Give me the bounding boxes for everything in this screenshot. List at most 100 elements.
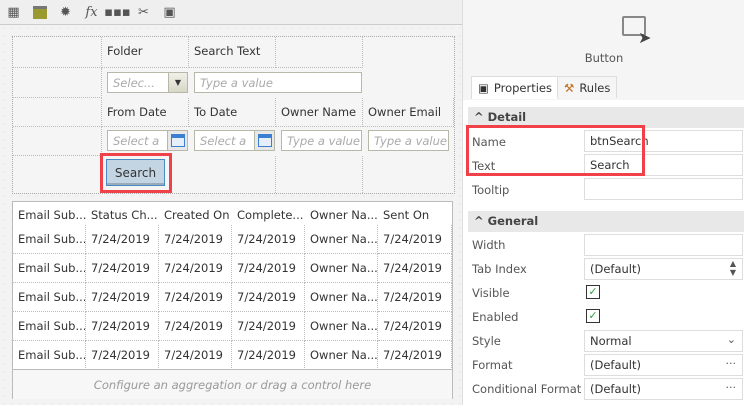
owner-email-input[interactable]: Type a value bbox=[368, 130, 449, 151]
tab-label: Rules bbox=[579, 80, 611, 95]
ellipsis-icon[interactable]: ··· bbox=[726, 381, 737, 394]
form-cell bbox=[13, 98, 102, 127]
grid-cell[interactable]: 7/24/2019 bbox=[232, 341, 305, 370]
tools-icon[interactable]: ✂ bbox=[135, 4, 152, 21]
table-lightning-icon[interactable]: ▦ bbox=[5, 4, 22, 21]
properties-icon: ▣ bbox=[478, 81, 489, 95]
section-general[interactable]: ^ General bbox=[468, 211, 744, 232]
enabled-checkbox[interactable]: ✓ bbox=[586, 309, 600, 323]
design-canvas: ▦ ✹ fx ▪▪▪ ✂ ▣ Folder Search Text From D… bbox=[0, 0, 462, 405]
search-text-label: Search Text bbox=[189, 37, 276, 68]
tab-label: Properties bbox=[493, 81, 552, 95]
width-label: Width bbox=[472, 238, 506, 252]
grid-cell[interactable]: 7/24/2019 bbox=[159, 341, 232, 370]
ellipsis-icon[interactable]: ··· bbox=[726, 357, 737, 370]
tab-rules[interactable]: ⚒ Rules bbox=[557, 76, 618, 98]
style-label: Style bbox=[472, 334, 501, 348]
image-edit-icon[interactable] bbox=[31, 4, 48, 21]
calendar-icon[interactable] bbox=[167, 131, 187, 150]
grid-cell[interactable]: Email Sub... bbox=[13, 312, 86, 341]
grid-cell[interactable]: Owner Na... bbox=[305, 341, 378, 370]
grid-cell[interactable]: 7/24/2019 bbox=[159, 225, 232, 254]
grid-cell[interactable]: 7/24/2019 bbox=[232, 283, 305, 312]
grid-cell[interactable]: Email Sub... bbox=[13, 341, 86, 370]
grid-cell[interactable]: Owner Na... bbox=[305, 254, 378, 283]
owner-name-label: Owner Name bbox=[276, 98, 363, 127]
owner-name-input[interactable]: Type a value bbox=[281, 130, 362, 151]
column-header[interactable]: Complete... bbox=[232, 202, 305, 225]
tooltip-label: Tooltip bbox=[472, 183, 510, 197]
grid-cell[interactable]: Owner Na... bbox=[305, 312, 378, 341]
to-date-picker[interactable]: Select a bbox=[194, 130, 275, 151]
cursor-icon: ➤ bbox=[638, 28, 652, 47]
tab-index-value: (Default) bbox=[590, 262, 641, 276]
folder-label: Folder bbox=[102, 37, 189, 68]
gavel-icon: ⚒ bbox=[564, 80, 575, 95]
tooltip-field[interactable] bbox=[584, 178, 743, 200]
grid-cell[interactable]: 7/24/2019 bbox=[378, 225, 452, 254]
fx-icon[interactable]: fx bbox=[83, 4, 100, 21]
grid-cell[interactable]: 7/24/2019 bbox=[86, 341, 159, 370]
aggregation-placeholder[interactable]: Configure an aggregation or drag a contr… bbox=[13, 369, 452, 399]
grid-cell[interactable]: Owner Na... bbox=[305, 225, 378, 254]
column-header[interactable]: Created On bbox=[159, 202, 232, 225]
conditional-format-field[interactable]: (Default) ··· bbox=[584, 378, 743, 400]
form-cell bbox=[13, 156, 102, 193]
visible-label: Visible bbox=[472, 286, 510, 300]
spinner-icon[interactable]: ▲ ▼ bbox=[730, 259, 736, 277]
tab-index-label: Tab Index bbox=[472, 262, 527, 276]
form-cell bbox=[189, 156, 276, 193]
enabled-label: Enabled bbox=[472, 310, 519, 324]
tab-index-field[interactable]: (Default) ▲ ▼ bbox=[584, 258, 743, 280]
grid-cell[interactable]: 7/24/2019 bbox=[378, 341, 452, 370]
folder-placeholder: Selec... bbox=[113, 76, 155, 90]
form-cell bbox=[276, 37, 363, 68]
grid-cell[interactable]: 7/24/2019 bbox=[232, 254, 305, 283]
column-header[interactable]: Owner Na... bbox=[305, 202, 378, 225]
grid-cell[interactable]: 7/24/2019 bbox=[159, 254, 232, 283]
to-date-label: To Date bbox=[189, 98, 276, 127]
control-type-label: Button bbox=[584, 51, 624, 65]
folder-select[interactable]: Selec... ▼ bbox=[107, 72, 188, 93]
section-title: General bbox=[487, 214, 539, 228]
more-icon[interactable]: ▪▪▪ bbox=[104, 4, 130, 21]
grid-cell[interactable]: 7/24/2019 bbox=[86, 225, 159, 254]
grid-cell[interactable]: Owner Na... bbox=[305, 283, 378, 312]
highlight-box bbox=[466, 125, 645, 176]
chevron-down-icon: ⌄ bbox=[726, 333, 736, 346]
toolbar: ▦ ✹ fx ▪▪▪ ✂ ▣ bbox=[0, 0, 462, 25]
chevron-up-icon: ^ bbox=[474, 110, 488, 124]
properties-icon[interactable]: ▣ bbox=[161, 4, 178, 21]
grid-cell[interactable]: 7/24/2019 bbox=[378, 312, 452, 341]
grid-cell[interactable]: 7/24/2019 bbox=[86, 254, 159, 283]
grid-cell[interactable]: 7/24/2019 bbox=[86, 283, 159, 312]
visible-checkbox[interactable]: ✓ bbox=[586, 285, 600, 299]
from-date-placeholder: Select a bbox=[113, 134, 160, 148]
format-value: (Default) bbox=[590, 358, 641, 372]
width-field[interactable] bbox=[584, 234, 743, 256]
column-header[interactable]: Sent On bbox=[378, 202, 452, 225]
gear-icon[interactable]: ✹ bbox=[57, 4, 74, 21]
search-text-input[interactable]: Type a value bbox=[194, 72, 362, 93]
grid-cell[interactable]: 7/24/2019 bbox=[232, 225, 305, 254]
grid-cell[interactable]: 7/24/2019 bbox=[159, 312, 232, 341]
from-date-picker[interactable]: Select a bbox=[107, 130, 188, 151]
tab-properties[interactable]: ▣ Properties bbox=[471, 76, 559, 99]
style-select[interactable]: Normal ⌄ bbox=[584, 330, 743, 352]
grid-cell[interactable]: Email Sub... bbox=[13, 225, 86, 254]
grid-cell[interactable]: Email Sub... bbox=[13, 283, 86, 312]
grid-cell[interactable]: Email Sub... bbox=[13, 254, 86, 283]
grid-cell[interactable]: 7/24/2019 bbox=[378, 254, 452, 283]
column-header[interactable]: Email Sub... bbox=[13, 202, 86, 225]
search-button[interactable]: Search bbox=[106, 159, 165, 186]
chevron-down-icon[interactable]: ▼ bbox=[168, 73, 187, 92]
grid-cell[interactable]: 7/24/2019 bbox=[232, 312, 305, 341]
grid-cell[interactable]: 7/24/2019 bbox=[86, 312, 159, 341]
grid-cell[interactable]: 7/24/2019 bbox=[159, 283, 232, 312]
grid-cell[interactable]: 7/24/2019 bbox=[378, 283, 452, 312]
format-field[interactable]: (Default) ··· bbox=[584, 354, 743, 376]
to-date-placeholder: Select a bbox=[200, 134, 247, 148]
calendar-icon[interactable] bbox=[254, 131, 274, 150]
form-cell bbox=[13, 37, 102, 68]
column-header[interactable]: Status Ch... bbox=[86, 202, 159, 225]
